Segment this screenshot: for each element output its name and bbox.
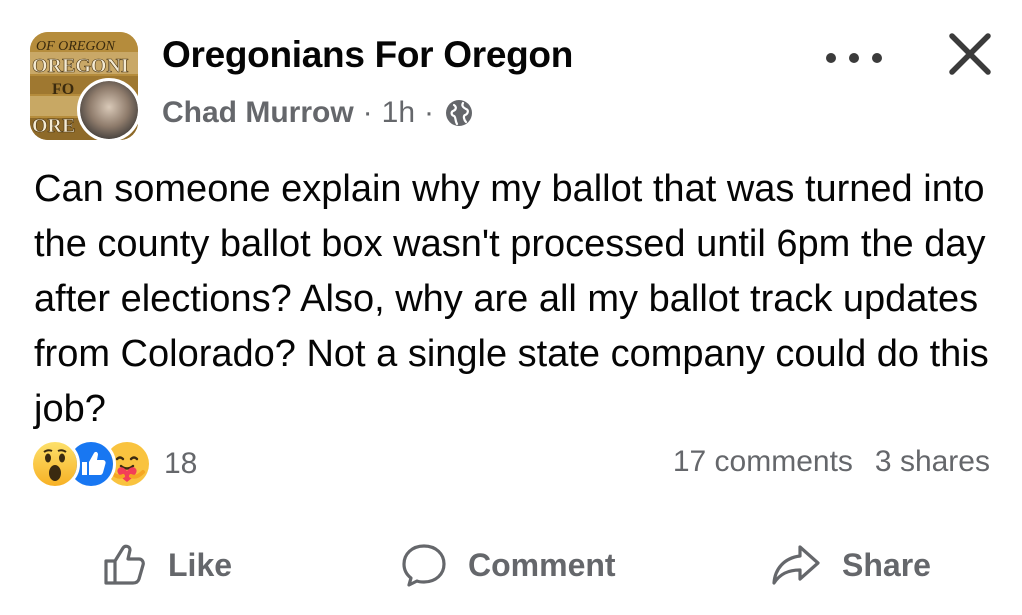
more-options-dot xyxy=(872,53,882,63)
shares-count-link[interactable]: 3 shares xyxy=(875,445,990,479)
more-options-button[interactable] xyxy=(826,38,882,78)
author-avatar[interactable] xyxy=(77,78,141,142)
group-avatar-text-1: OF OREGON xyxy=(36,39,116,54)
wow-icon xyxy=(30,439,80,489)
like-label: Like xyxy=(168,546,233,583)
thumbs-up-icon xyxy=(104,544,145,585)
share-label: Share xyxy=(842,546,931,583)
comment-bubble-icon xyxy=(402,544,446,587)
reactions-summary[interactable]: 18 xyxy=(30,439,198,489)
close-icon[interactable] xyxy=(942,26,998,82)
reaction-count: 18 xyxy=(164,447,198,480)
facebook-post: OF OREGON OREGONI FO ORE Oregonians For … xyxy=(0,0,1022,615)
group-avatar-text-2: OREGONI xyxy=(32,55,129,77)
meta-separator: · xyxy=(424,96,435,129)
author-avatar-image xyxy=(80,81,138,139)
more-options-dot xyxy=(826,53,836,63)
group-avatar-text-3: FO xyxy=(52,81,74,98)
engagement-summary: 17 comments 3 shares xyxy=(673,445,990,479)
author-name[interactable]: Chad Murrow xyxy=(162,96,354,130)
comments-count-link[interactable]: 17 comments xyxy=(673,445,853,479)
group-avatar-text-4: ORE xyxy=(32,115,75,137)
globe-icon xyxy=(446,100,473,126)
post-meta: Chad Murrow · 1h · xyxy=(162,93,473,133)
post-timestamp[interactable]: 1h xyxy=(382,96,415,130)
share-arrow-icon xyxy=(772,545,820,585)
post-action-bar: Like Comment Share xyxy=(0,530,1022,600)
more-options-dot xyxy=(849,53,859,63)
meta-separator: · xyxy=(362,96,373,129)
like-button[interactable]: Like xyxy=(100,530,232,600)
comment-label: Comment xyxy=(468,546,616,583)
group-name[interactable]: Oregonians For Oregon xyxy=(162,34,573,76)
comment-button[interactable]: Comment xyxy=(400,530,616,600)
share-button[interactable]: Share xyxy=(770,530,931,600)
post-text: Can someone explain why my ballot that w… xyxy=(34,168,989,430)
